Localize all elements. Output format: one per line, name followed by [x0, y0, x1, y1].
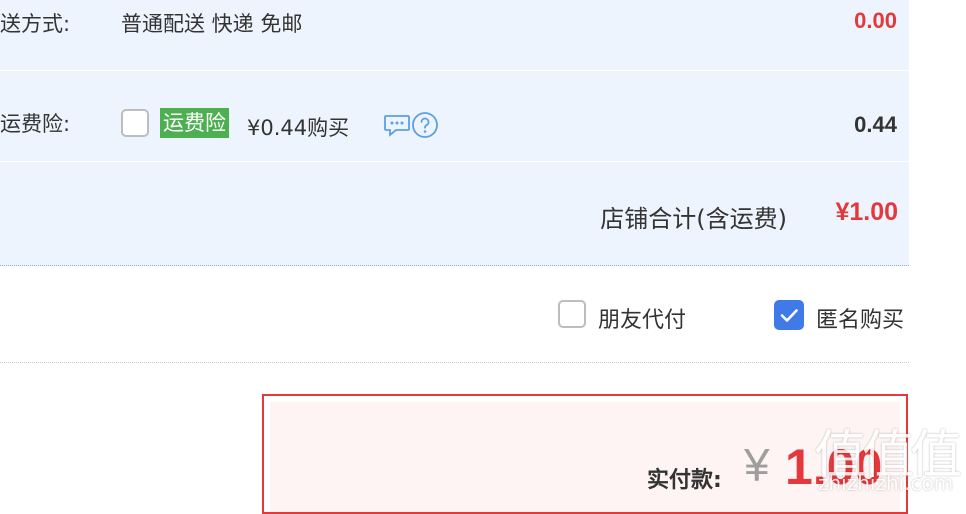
- friend-pay-label[interactable]: 朋友代付: [598, 302, 686, 334]
- delivery-row: 送方式: 普通配送 快递 免邮 0.00: [0, 0, 909, 71]
- actual-payment-label: 实付款:: [647, 468, 722, 493]
- anonymous-checkbox[interactable]: [774, 300, 804, 330]
- site-watermark: 值值值 zhizhizhi.com: [812, 413, 962, 500]
- shop-total-row: 店铺合计(含运费) ¥1.00: [0, 162, 909, 265]
- order-options-row: 朋友代付 匿名购买: [0, 266, 909, 363]
- insurance-checkbox[interactable]: [121, 109, 149, 137]
- insurance-label: 运费险:: [0, 112, 71, 136]
- comment-icon[interactable]: [383, 112, 411, 138]
- actual-payment-inner: 实付款: ¥ 1.00: [270, 402, 900, 512]
- delivery-label: 送方式:: [0, 12, 71, 36]
- delivery-method-value[interactable]: 普通配送 快递 免邮: [121, 8, 302, 38]
- currency-symbol: ¥: [744, 439, 770, 491]
- shop-total-amount: ¥1.00: [835, 198, 898, 226]
- insurance-price-text: ¥0.44购买: [247, 116, 350, 140]
- friend-pay-checkbox[interactable]: [558, 300, 586, 328]
- shop-summary-panel: 送方式: 普通配送 快递 免邮 0.00 运费险: 运费险 ¥0.44购买 0.…: [0, 0, 909, 266]
- delivery-fee-amount: 0.00: [854, 8, 897, 33]
- shop-total-label: 店铺合计(含运费): [600, 205, 787, 233]
- shipping-insurance-row: 运费险: 运费险 ¥0.44购买 0.44: [0, 71, 909, 162]
- insurance-amount: 0.44: [854, 112, 897, 137]
- help-circle-icon[interactable]: [411, 111, 439, 139]
- anonymous-label[interactable]: 匿名购买: [816, 302, 904, 334]
- insurance-badge: 运费险: [160, 108, 229, 138]
- watermark-url: zhizhizhi.com: [818, 471, 954, 495]
- check-icon: [780, 309, 798, 322]
